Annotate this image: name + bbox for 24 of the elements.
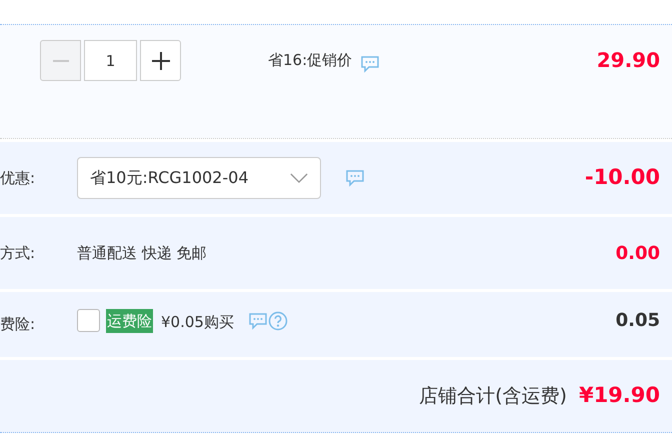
chat-icon[interactable] <box>248 312 268 330</box>
coupon-dropdown[interactable]: 省10元:RCG1002-04 <box>77 157 321 199</box>
chat-icon[interactable] <box>360 54 380 72</box>
field-label: 优惠: <box>0 168 36 189</box>
amount: 0.05 <box>616 309 660 333</box>
amount: -10.00 <box>584 164 660 192</box>
help-icon[interactable] <box>268 310 288 330</box>
quantity-field[interactable]: 1 <box>84 40 137 81</box>
insurance-price: ¥0.05购买 <box>161 312 234 334</box>
total-amount: ¥19.90 <box>578 382 660 410</box>
chat-icon[interactable] <box>345 169 365 187</box>
field-label: 费险: <box>0 314 36 336</box>
shipping-method: 普通配送 快递 免邮 <box>77 242 207 264</box>
insurance-tag: 运费险 <box>106 308 153 332</box>
plus-button[interactable] <box>140 40 181 81</box>
checkbox[interactable] <box>77 309 100 332</box>
promo-label: 省16:促销价 <box>268 50 352 72</box>
chevron-down-icon <box>290 172 308 184</box>
amount: 0.00 <box>616 242 660 266</box>
plus-icon <box>150 50 170 70</box>
minus-icon <box>52 60 68 62</box>
item-price: 29.90 <box>596 47 660 74</box>
field-label: 方式: <box>0 242 36 264</box>
total-label: 店铺合计(含运费) <box>419 384 567 409</box>
